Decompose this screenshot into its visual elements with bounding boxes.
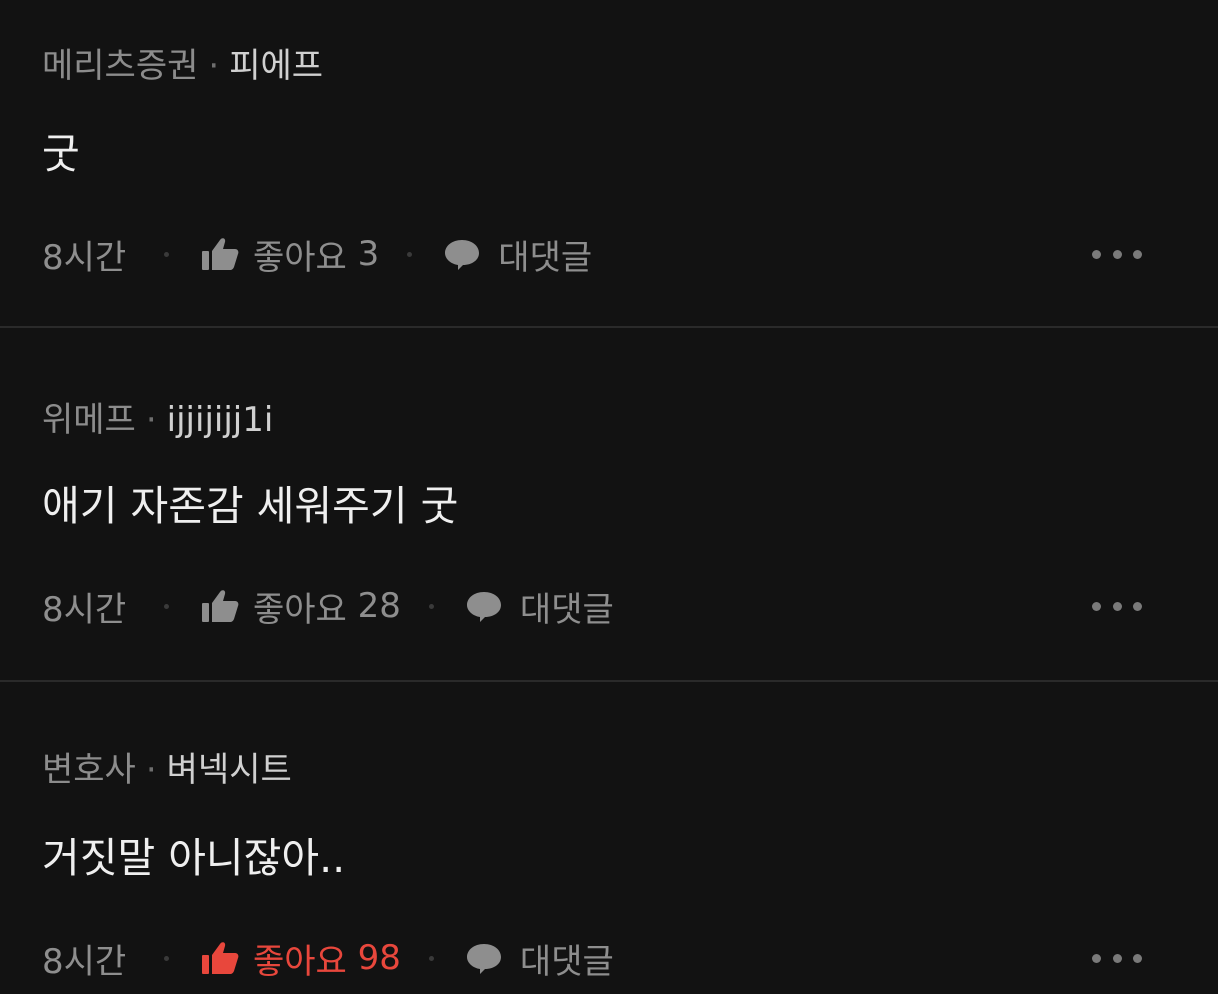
thumbs-up-icon [202,238,239,270]
more-dots-icon [1092,249,1101,259]
action-separator [428,955,434,961]
more-dots-icon [1112,601,1122,611]
more-options-button[interactable] [1092,596,1142,616]
reply-label: 대댓글 [498,237,593,278]
reply-label: 대댓글 [519,589,614,630]
author-company: 메리츠증권 [42,46,199,86]
author-nickname[interactable]: 피에프 [229,46,323,86]
comment-time: 8시간 [42,237,127,278]
comment-author: 위메프 · ijjijijj1i [42,400,273,440]
like-button[interactable]: 좋아요 28 [201,582,401,631]
more-options-button[interactable] [1092,948,1142,968]
more-dots-icon [1133,601,1142,611]
author-nickname[interactable]: ijjijijj1i [167,400,274,440]
action-separator [164,251,169,257]
like-label: 좋아요 [253,941,347,982]
like-button[interactable]: 좋아요 98 [201,934,401,983]
comment-author: 변호사 · 벼넥시트 [42,750,292,790]
comment-text: 거짓말 아니잖아.. [42,834,346,882]
speech-bubble-icon [445,240,480,270]
reply-button[interactable]: 대댓글 [466,582,614,631]
action-separator [407,251,413,257]
comment-actions: 8시간 좋아요 3 대댓글 [42,234,592,278]
comment-item: 변호사 · 벼넥시트 거짓말 아니잖아.. 8시간 좋아요 98 대댓글 [0,682,1218,994]
author-company: 위메프 [42,400,136,440]
comment-time: 8시간 [42,589,127,630]
reply-button[interactable]: 대댓글 [466,934,614,983]
reply-label: 대댓글 [519,941,614,982]
comment-item: 메리츠증권 · 피에프 굿 8시간 좋아요 3 대댓글 [0,0,1218,328]
comment-text: 굿 [42,130,80,178]
like-count: 98 [357,938,401,978]
like-button[interactable]: 좋아요 3 [201,230,379,279]
author-nickname[interactable]: 벼넥시트 [167,750,292,790]
comment-actions: 8시간 좋아요 98 대댓글 [42,938,614,982]
comment-item: 위메프 · ijjijijj1i 애기 자존감 세워주기 굿 8시간 좋아요 28 … [0,328,1218,682]
more-options-button[interactable] [1092,244,1142,264]
more-dots-icon [1112,953,1122,963]
more-dots-icon [1092,953,1101,963]
action-separator [164,603,169,609]
comment-author: 메리츠증권 · 피에프 [42,46,323,86]
comment-actions: 8시간 좋아요 28 대댓글 [42,586,614,630]
thumbs-up-icon [202,942,239,974]
speech-bubble-icon [466,944,501,974]
author-separator: · [208,46,220,86]
like-count: 28 [357,586,401,626]
comment-text: 애기 자존감 세워주기 굿 [42,482,459,530]
author-separator: · [145,400,157,440]
action-separator [164,955,169,961]
more-dots-icon [1112,249,1122,259]
comment-time: 8시간 [42,941,127,982]
more-dots-icon [1133,953,1142,963]
author-company: 변호사 [42,750,136,790]
like-label: 좋아요 [253,237,347,278]
speech-bubble-icon [466,592,501,622]
action-separator [428,603,434,609]
reply-button[interactable]: 대댓글 [444,230,592,279]
like-count: 3 [357,234,380,274]
like-label: 좋아요 [253,589,347,630]
more-dots-icon [1133,249,1142,259]
more-dots-icon [1092,601,1101,611]
thumbs-up-icon [202,590,239,622]
author-separator: · [145,750,157,790]
